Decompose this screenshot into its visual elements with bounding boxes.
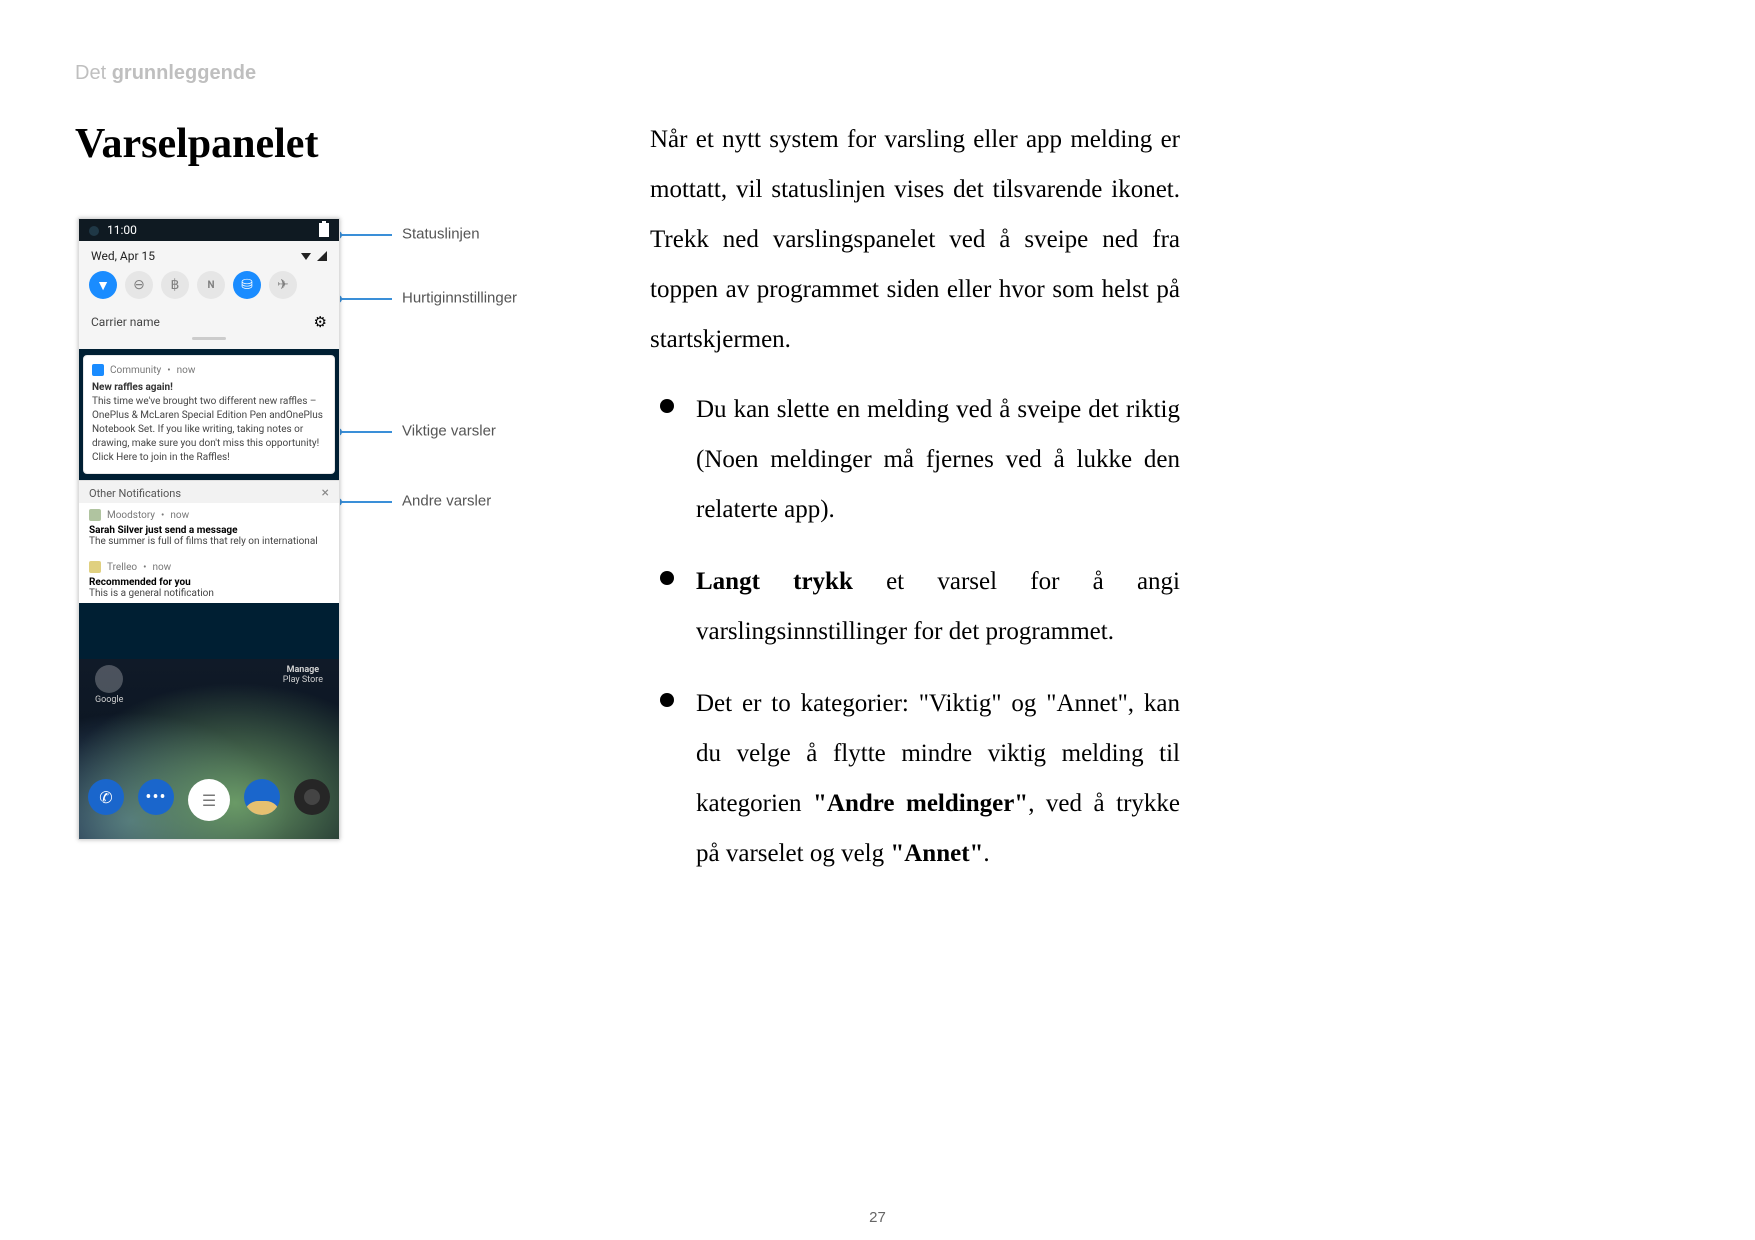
- quick-settings-panel: Wed, Apr 15 ▼ ⊖ ฿ N ⛁ ✈ Carrier name: [79, 241, 339, 349]
- callout-label-statusbar: Statuslinjen: [402, 226, 480, 243]
- nfc-icon: N: [207, 280, 214, 291]
- qs-nfc-button[interactable]: N: [197, 271, 225, 299]
- other-notifications-header: Other Notifications ×: [79, 480, 339, 503]
- qs-flashlight-button[interactable]: ⛁: [233, 271, 261, 299]
- notif1-body: This time we've brought two different ne…: [92, 395, 326, 465]
- close-icon[interactable]: ×: [322, 485, 329, 501]
- wifi-glyph-icon: ▼: [96, 277, 110, 294]
- notif2-body: The summer is full of films that rely on…: [89, 536, 329, 547]
- drag-handle[interactable]: [79, 335, 339, 349]
- flashlight-icon: ⛁: [241, 277, 253, 293]
- airplane-icon: ✈: [277, 277, 289, 293]
- hs-google-label: Google: [95, 695, 123, 705]
- dock-app-drawer-button[interactable]: ☰: [188, 779, 230, 821]
- notification-card-3[interactable]: Trelleo • now Recommended for you This i…: [79, 551, 339, 603]
- phone-screenshot: 11:00 Wed, Apr 15 ▼ ⊖ ฿ N ⛁ ✈ Carrier na…: [78, 218, 340, 840]
- hs-manage-label: Manage: [283, 665, 323, 675]
- qs-wifi-button[interactable]: ▼: [89, 271, 117, 299]
- notif-dot-icon: [89, 226, 99, 236]
- body-text: Når et nytt system for varsling eller ap…: [650, 115, 1180, 901]
- notif3-time: now: [152, 562, 171, 573]
- bullet-list: Du kan slette en melding ved å sveipe de…: [650, 385, 1180, 879]
- carrier-name: Carrier name: [91, 315, 160, 329]
- notif1-app: Community: [110, 365, 161, 376]
- trelleo-app-icon: [89, 561, 101, 573]
- breadcrumb: Det grunnleggende: [75, 62, 256, 85]
- notif2-app: Moodstory: [107, 510, 155, 521]
- callout-label-important: Viktige varsler: [402, 423, 496, 440]
- homescreen-dock: ✆ ••• ☰: [79, 779, 339, 821]
- notif1-time: now: [177, 365, 196, 376]
- hs-app-google[interactable]: Google: [95, 665, 123, 705]
- notif3-app: Trelleo: [107, 562, 137, 573]
- page-title: Varselpanelet: [75, 120, 318, 168]
- gear-icon[interactable]: [314, 313, 327, 331]
- community-app-icon: [92, 364, 104, 376]
- qs-bluetooth-button[interactable]: ฿: [161, 271, 189, 299]
- signal-icon: [317, 251, 327, 261]
- notif3-body: This is a general notification: [89, 588, 329, 599]
- breadcrumb-prefix: Det: [75, 62, 112, 84]
- other-header-label: Other Notifications: [89, 487, 181, 500]
- notif2-time: now: [170, 510, 189, 521]
- page-number: 27: [0, 1209, 1755, 1226]
- drawer-icon: ☰: [202, 791, 216, 810]
- qs-airplane-button[interactable]: ✈: [269, 271, 297, 299]
- qs-date: Wed, Apr 15: [91, 249, 155, 263]
- battery-icon: [319, 223, 329, 237]
- bullet-1: Du kan slette en melding ved å sveipe de…: [650, 385, 1180, 535]
- notif2-title: Sarah Silver just send a message: [89, 525, 329, 536]
- status-time: 11:00: [107, 223, 137, 237]
- callout-label-quick-settings: Hurtiginnstillinger: [402, 290, 517, 307]
- dock-phone-button[interactable]: ✆: [88, 779, 124, 815]
- status-bar: 11:00: [79, 219, 339, 241]
- dock-messages-button[interactable]: •••: [138, 779, 174, 815]
- intro-paragraph: Når et nytt system for varsling eller ap…: [650, 115, 1180, 365]
- bullet-3: Det er to kategorier: "Viktig" og "Annet…: [650, 679, 1180, 879]
- notif3-title: Recommended for you: [89, 577, 329, 588]
- wifi-icon: [301, 253, 311, 260]
- callout-label-other: Andre varsler: [402, 493, 491, 510]
- bullet-2: Langt trykk et varsel for å angi varslin…: [650, 557, 1180, 657]
- dock-camera-button[interactable]: [294, 779, 330, 815]
- hs-playstore-label: Play Store: [283, 675, 323, 685]
- google-app-icon: [95, 665, 123, 693]
- phone-icon: ✆: [99, 788, 112, 807]
- notif1-title: New raffles again!: [92, 382, 326, 393]
- homescreen-background: Google Manage Play Store ✆ ••• ☰: [79, 659, 339, 839]
- notification-card-1[interactable]: Community • now New raffles again! This …: [83, 355, 335, 474]
- moodstory-app-icon: [89, 509, 101, 521]
- notification-card-2[interactable]: Moodstory • now Sarah Silver just send a…: [79, 503, 339, 551]
- breadcrumb-bold: grunnleggende: [112, 62, 256, 84]
- hs-app-manage[interactable]: Manage Play Store: [283, 665, 323, 705]
- dots-icon: •••: [145, 787, 166, 808]
- dock-browser-button[interactable]: [244, 779, 280, 815]
- dnd-icon: ⊖: [133, 277, 145, 293]
- qs-dnd-button[interactable]: ⊖: [125, 271, 153, 299]
- bluetooth-icon: ฿: [171, 277, 180, 293]
